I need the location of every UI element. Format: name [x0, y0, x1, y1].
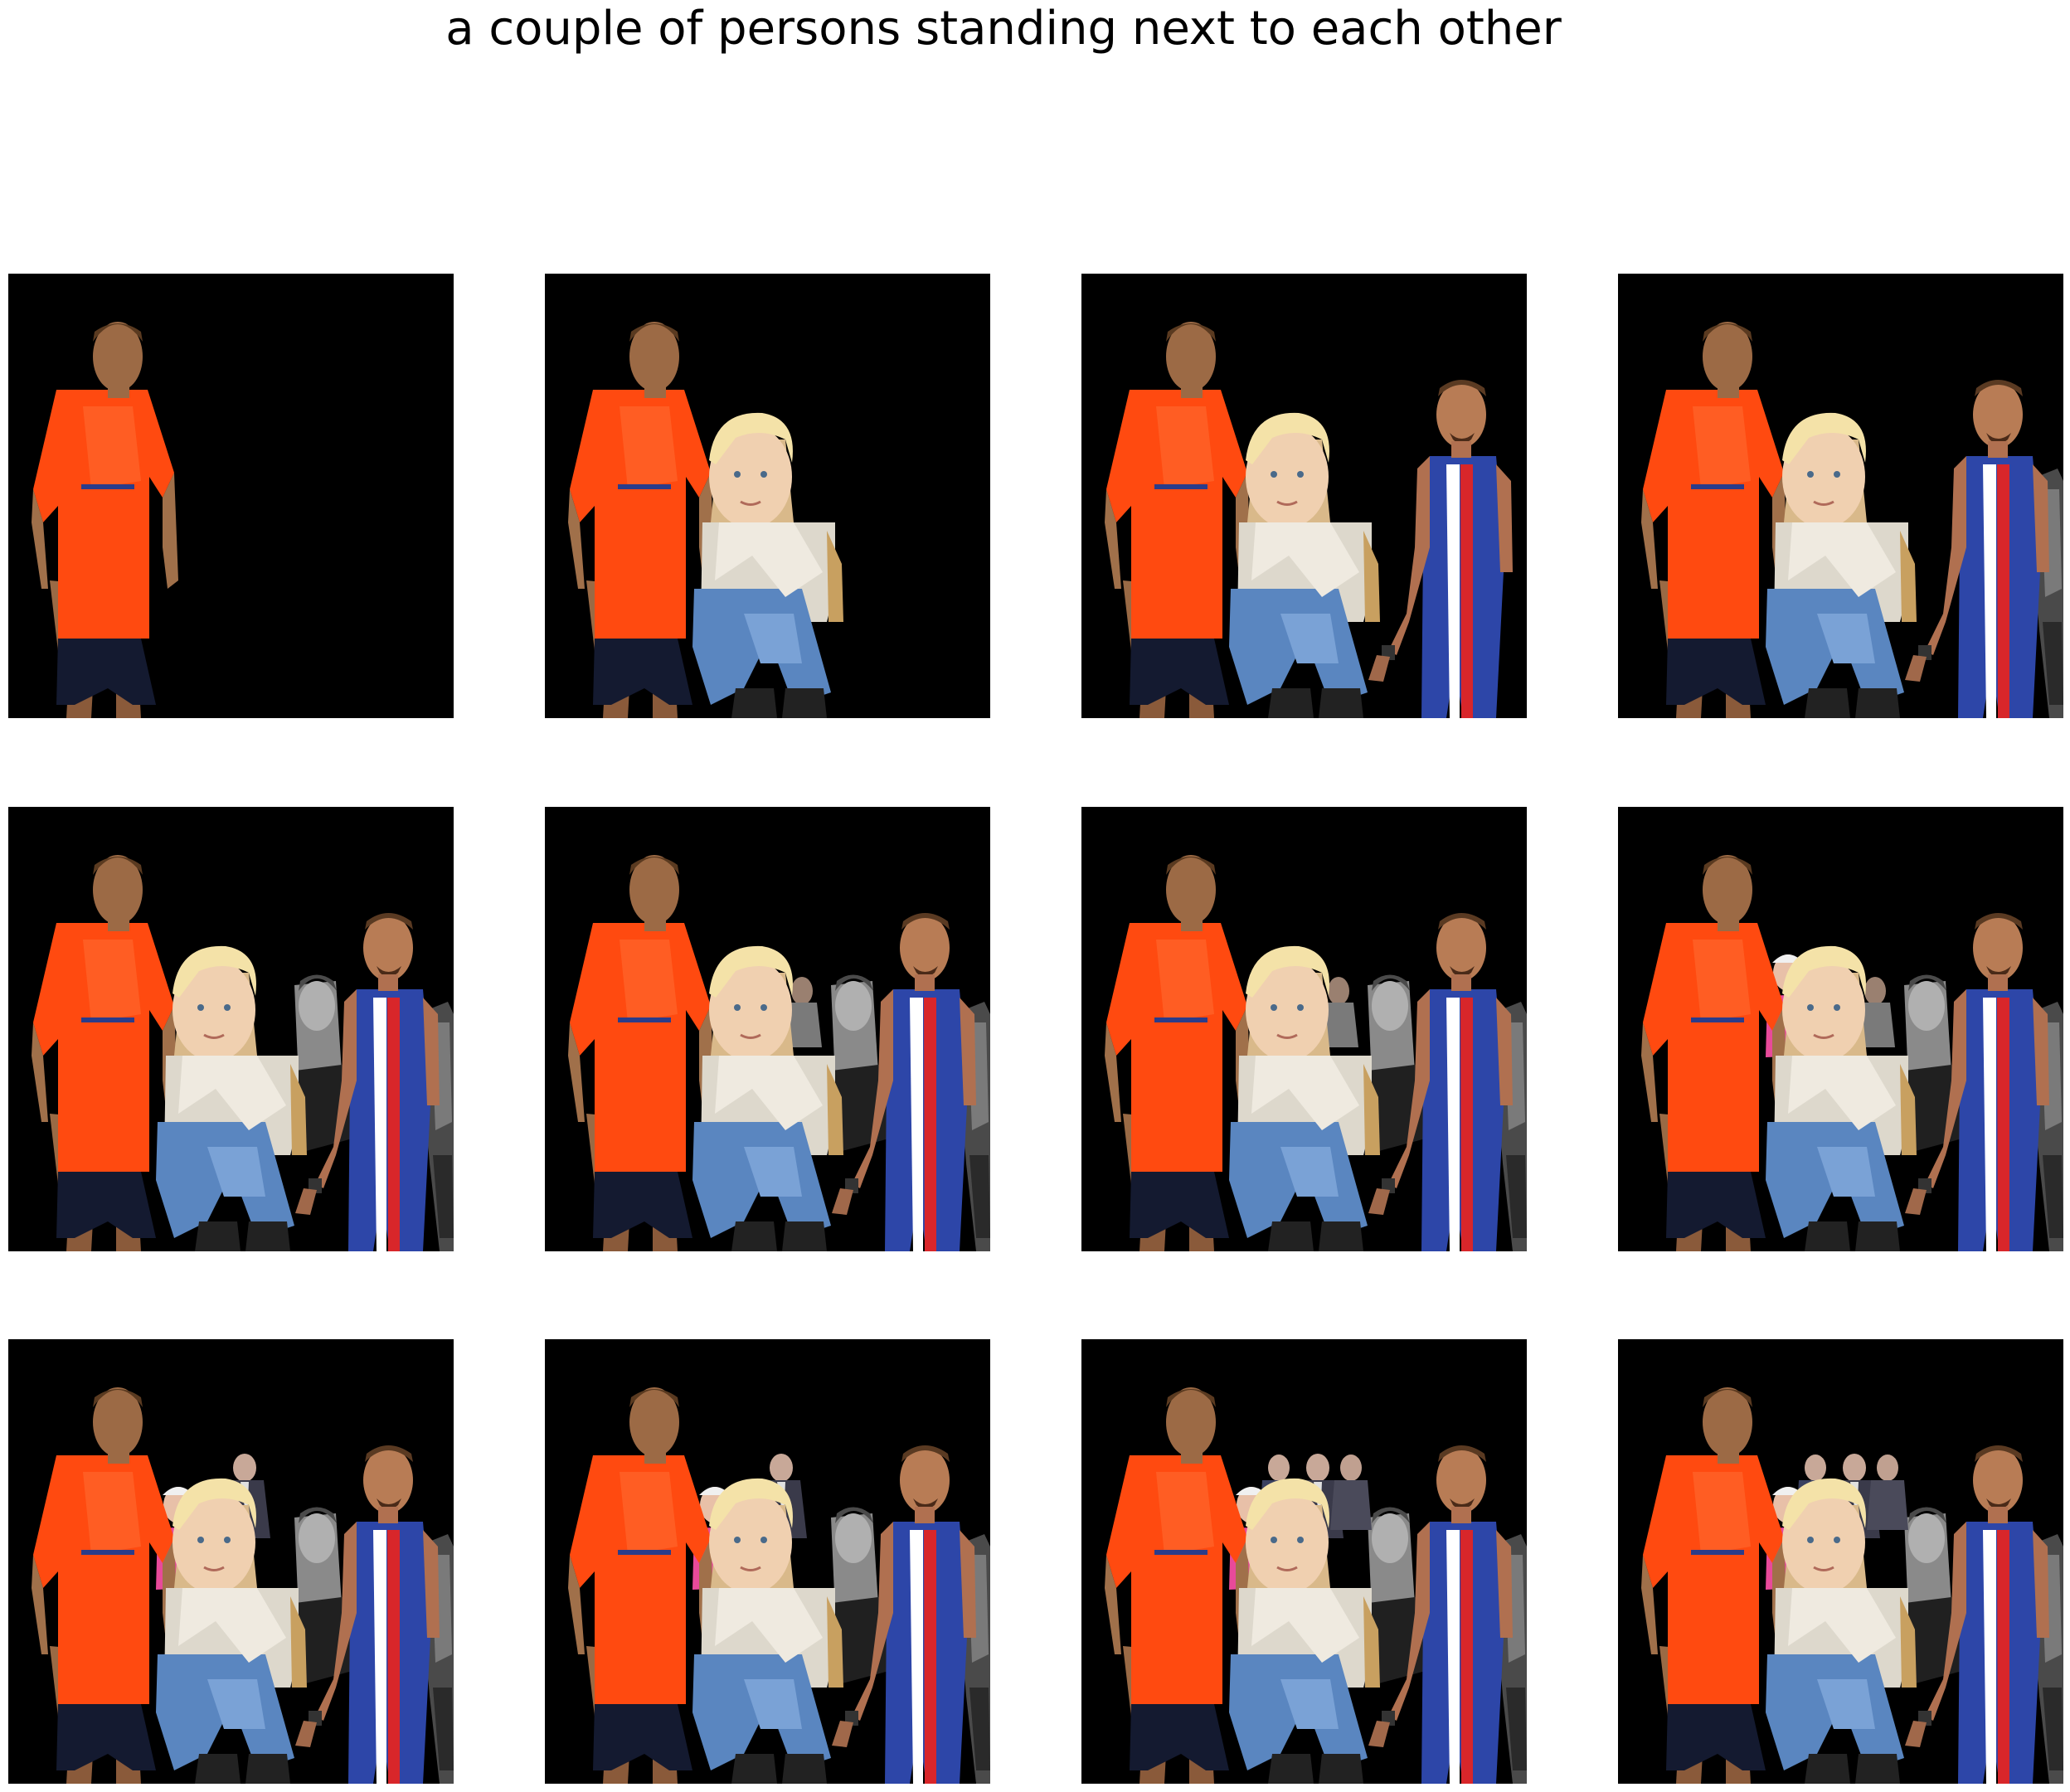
panel-image	[8, 807, 454, 1251]
image-panel	[1618, 274, 2063, 718]
panel-image	[1081, 807, 1527, 1251]
panel-image	[1618, 1339, 2063, 1784]
panel-image	[1618, 807, 2063, 1251]
image-panel	[8, 274, 454, 718]
image-panel	[545, 1339, 990, 1784]
panel-image	[1081, 1339, 1527, 1784]
panel-image	[8, 274, 454, 718]
image-panel	[1081, 1339, 1527, 1784]
image-panel	[8, 807, 454, 1251]
image-panel	[1618, 1339, 2063, 1784]
image-panel	[1081, 807, 1527, 1251]
panel-image	[1081, 274, 1527, 718]
panel-image	[8, 1339, 454, 1784]
panel-image	[545, 807, 990, 1251]
panel-image	[1618, 274, 2063, 718]
figure: a couple of persons standing next to eac…	[0, 0, 2070, 1792]
image-panel	[8, 1339, 454, 1784]
panel-image	[545, 274, 990, 718]
figure-title: a couple of persons standing next to eac…	[445, 2, 1562, 56]
image-panel	[1081, 274, 1527, 718]
image-panel	[545, 807, 990, 1251]
image-panel	[1618, 807, 2063, 1251]
image-panel	[545, 274, 990, 718]
panel-image	[545, 1339, 990, 1784]
